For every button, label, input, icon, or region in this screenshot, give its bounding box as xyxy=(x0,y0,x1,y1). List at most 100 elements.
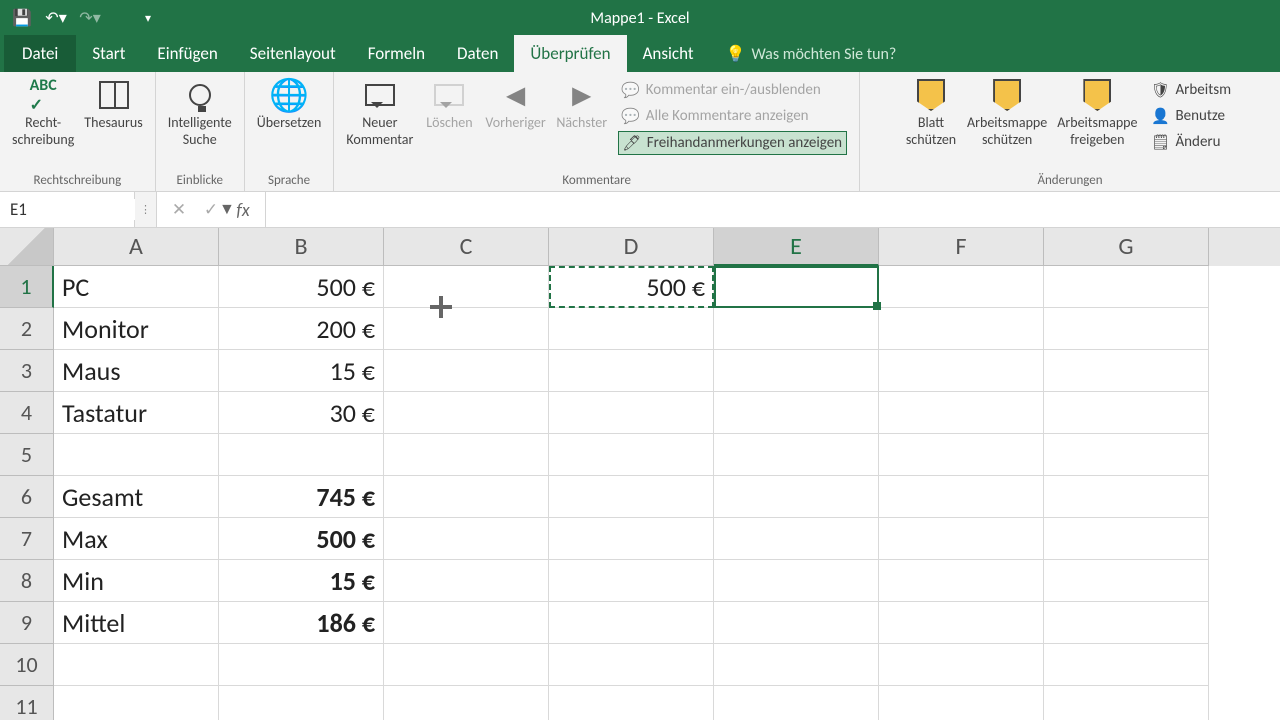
save-icon[interactable]: 💾 xyxy=(12,8,32,28)
tab-ansicht[interactable]: Ansicht xyxy=(627,35,710,72)
column-header-E[interactable]: E xyxy=(714,228,879,266)
cell-E10[interactable] xyxy=(714,644,879,686)
cell-E8[interactable] xyxy=(714,560,879,602)
cell-B6[interactable]: 745 € xyxy=(219,476,384,518)
cell-A7[interactable]: Max xyxy=(54,518,219,560)
share-workbook-button[interactable]: Arbeitsmappe freigeben xyxy=(1053,75,1141,151)
row-header-11[interactable]: 11 xyxy=(0,686,54,720)
cell-G6[interactable] xyxy=(1044,476,1209,518)
row-header-4[interactable]: 4 xyxy=(0,392,54,434)
select-all-triangle[interactable] xyxy=(0,228,54,266)
cell-C4[interactable] xyxy=(384,392,549,434)
cell-C10[interactable] xyxy=(384,644,549,686)
cell-G9[interactable] xyxy=(1044,602,1209,644)
allow-users-button[interactable]: 👤 Benutze xyxy=(1148,105,1236,127)
spelling-button[interactable]: ABC✓ Recht- schreibung xyxy=(8,75,78,151)
cell-D1[interactable]: 500 € xyxy=(549,266,714,308)
cell-G3[interactable] xyxy=(1044,350,1209,392)
cell-E6[interactable] xyxy=(714,476,879,518)
cell-G8[interactable] xyxy=(1044,560,1209,602)
cell-D7[interactable] xyxy=(549,518,714,560)
cell-F8[interactable] xyxy=(879,560,1044,602)
cell-A3[interactable]: Maus xyxy=(54,350,219,392)
cell-B5[interactable] xyxy=(219,434,384,476)
tab-formeln[interactable]: Formeln xyxy=(352,35,441,72)
cell-B8[interactable]: 15 € xyxy=(219,560,384,602)
column-header-G[interactable]: G xyxy=(1044,228,1209,266)
cell-A8[interactable]: Min xyxy=(54,560,219,602)
cell-A5[interactable] xyxy=(54,434,219,476)
smart-lookup-button[interactable]: Intelligente Suche xyxy=(164,75,236,151)
column-header-F[interactable]: F xyxy=(879,228,1044,266)
cell-G1[interactable] xyxy=(1044,266,1209,308)
cell-F2[interactable] xyxy=(879,308,1044,350)
column-header-D[interactable]: D xyxy=(549,228,714,266)
cell-E9[interactable] xyxy=(714,602,879,644)
fx-icon[interactable]: fx xyxy=(231,199,255,221)
tab-einfuegen[interactable]: Einfügen xyxy=(141,35,233,72)
cell-A4[interactable]: Tastatur xyxy=(54,392,219,434)
cell-A1[interactable]: PC xyxy=(54,266,219,308)
cell-D2[interactable] xyxy=(549,308,714,350)
cell-B10[interactable] xyxy=(219,644,384,686)
cell-C8[interactable] xyxy=(384,560,549,602)
cell-G2[interactable] xyxy=(1044,308,1209,350)
cell-D10[interactable] xyxy=(549,644,714,686)
cell-A9[interactable]: Mittel xyxy=(54,602,219,644)
column-header-A[interactable]: A xyxy=(54,228,219,266)
cell-A2[interactable]: Monitor xyxy=(54,308,219,350)
cell-E5[interactable] xyxy=(714,434,879,476)
qat-customize-icon[interactable]: ▾ xyxy=(138,8,158,28)
cell-F1[interactable] xyxy=(879,266,1044,308)
cell-E2[interactable] xyxy=(714,308,879,350)
cell-A6[interactable]: Gesamt xyxy=(54,476,219,518)
cell-F10[interactable] xyxy=(879,644,1044,686)
cell-C5[interactable] xyxy=(384,434,549,476)
cell-B11[interactable] xyxy=(219,686,384,720)
translate-button[interactable]: 🌐 Übersetzen xyxy=(253,75,326,134)
cell-D5[interactable] xyxy=(549,434,714,476)
row-header-5[interactable]: 5 xyxy=(0,434,54,476)
tab-ueberpruefen[interactable]: Überprüfen xyxy=(514,35,626,72)
show-ink-button[interactable]: 🖊 Freihandanmerkungen anzeigen xyxy=(618,131,847,155)
cell-E1[interactable] xyxy=(714,266,879,308)
protect-sheet-button[interactable]: Blatt schützen xyxy=(901,75,961,151)
tell-me-search[interactable]: 💡 Was möchten Sie tun? xyxy=(710,36,913,72)
row-header-10[interactable]: 10 xyxy=(0,644,54,686)
cell-B4[interactable]: 30 € xyxy=(219,392,384,434)
cell-F6[interactable] xyxy=(879,476,1044,518)
cell-G10[interactable] xyxy=(1044,644,1209,686)
cell-F11[interactable] xyxy=(879,686,1044,720)
cell-D3[interactable] xyxy=(549,350,714,392)
row-header-9[interactable]: 9 xyxy=(0,602,54,644)
cell-C7[interactable] xyxy=(384,518,549,560)
tab-seitenlayout[interactable]: Seitenlayout xyxy=(234,35,352,72)
cell-B1[interactable]: 500 € xyxy=(219,266,384,308)
cell-B7[interactable]: 500 € xyxy=(219,518,384,560)
cell-A11[interactable] xyxy=(54,686,219,720)
cell-F9[interactable] xyxy=(879,602,1044,644)
cell-G11[interactable] xyxy=(1044,686,1209,720)
cell-C11[interactable] xyxy=(384,686,549,720)
tab-daten[interactable]: Daten xyxy=(441,35,514,72)
cell-B9[interactable]: 186 € xyxy=(219,602,384,644)
cell-E4[interactable] xyxy=(714,392,879,434)
cell-G7[interactable] xyxy=(1044,518,1209,560)
cell-E7[interactable] xyxy=(714,518,879,560)
formula-input[interactable] xyxy=(266,192,1280,227)
row-header-7[interactable]: 7 xyxy=(0,518,54,560)
cell-F5[interactable] xyxy=(879,434,1044,476)
cell-E3[interactable] xyxy=(714,350,879,392)
column-header-C[interactable]: C xyxy=(384,228,549,266)
track-changes-button[interactable]: 🗒 Änderu xyxy=(1148,131,1236,153)
cell-F3[interactable] xyxy=(879,350,1044,392)
row-header-6[interactable]: 6 xyxy=(0,476,54,518)
cell-C1[interactable] xyxy=(384,266,549,308)
cell-B3[interactable]: 15 € xyxy=(219,350,384,392)
cell-G5[interactable] xyxy=(1044,434,1209,476)
cell-E11[interactable] xyxy=(714,686,879,720)
thesaurus-button[interactable]: Thesaurus xyxy=(80,75,146,134)
column-header-B[interactable]: B xyxy=(219,228,384,266)
cell-F4[interactable] xyxy=(879,392,1044,434)
cell-C6[interactable] xyxy=(384,476,549,518)
